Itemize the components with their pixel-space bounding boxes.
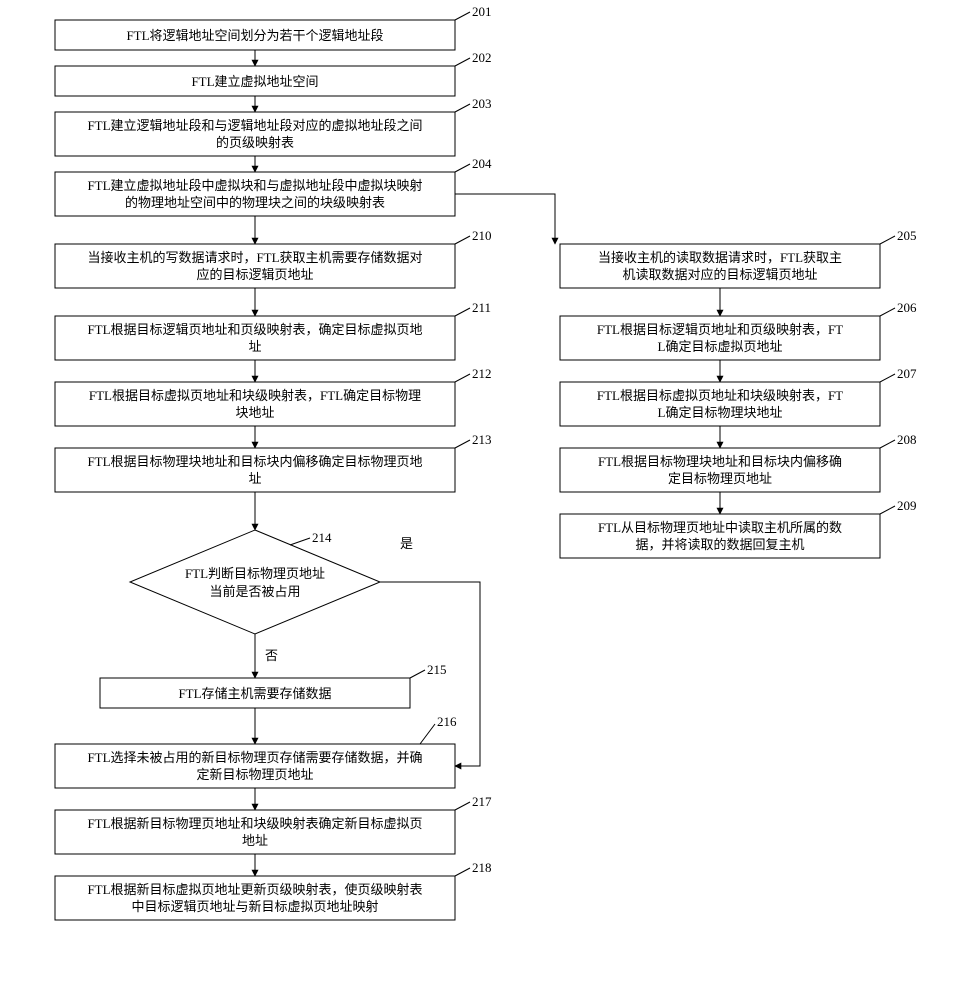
node-218-text-l2: 中目标逻辑页地址与新目标虚拟页地址映射 (131, 899, 378, 914)
node-215: FTL存储主机需要存储数据 215 (100, 662, 447, 708)
node-214-text-l2: 当前是否被占用 (209, 584, 300, 599)
node-213-text-l1: FTL根据目标物理块地址和目标块内偏移确定目标物理页地 (87, 454, 422, 469)
node-209-num: 209 (897, 498, 917, 513)
node-204-text-l2: 的物理地址空间中的物理块之间的块级映射表 (125, 195, 385, 210)
decision-no-label: 否 (265, 648, 278, 663)
node-208-text-l2: 定目标物理页地址 (668, 471, 772, 486)
node-209-text-l1: FTL从目标物理页地址中读取主机所属的数 (598, 520, 842, 535)
node-202-text: FTL建立虚拟地址空间 (191, 74, 318, 89)
node-204: FTL建立虚拟地址段中虚拟块和与虚拟地址段中虚拟块映射 的物理地址空间中的物理块… (55, 156, 492, 216)
node-207-text-l2: L确定目标物理块地址 (658, 405, 783, 420)
node-205-num: 205 (897, 228, 917, 243)
node-206-num: 206 (897, 300, 917, 315)
node-210-text-l2: 应的目标逻辑页地址 (196, 267, 313, 282)
node-204-text-l1: FTL建立虚拟地址段中虚拟块和与虚拟地址段中虚拟块映射 (87, 178, 422, 193)
node-205-text-l1: 当接收主机的读取数据请求时，FTL获取主 (598, 250, 842, 265)
node-203-num: 203 (472, 96, 492, 111)
node-216-text-l1: FTL选择未被占用的新目标物理页存储需要存储数据，并确 (87, 750, 422, 765)
node-211-num: 211 (472, 300, 491, 315)
node-210-num: 210 (472, 228, 492, 243)
node-213: FTL根据目标物理块地址和目标块内偏移确定目标物理页地 址 213 (55, 432, 492, 492)
node-203: FTL建立逻辑地址段和与逻辑地址段对应的虚拟地址段之间 的页级映射表 203 (55, 96, 492, 156)
node-218-text-l1: FTL根据新目标虚拟页地址更新页级映射表，使页级映射表 (87, 882, 422, 897)
node-212-num: 212 (472, 366, 492, 381)
node-212-text-l1: FTL根据目标虚拟页地址和块级映射表，FTL确定目标物理 (89, 388, 421, 403)
node-211-text-l1: FTL根据目标逻辑页地址和页级映射表，确定目标虚拟页地 (87, 322, 422, 337)
node-217-num: 217 (472, 794, 492, 809)
node-208-num: 208 (897, 432, 917, 447)
node-216: FTL选择未被占用的新目标物理页存储需要存储数据，并确 定新目标物理页地址 21… (55, 714, 457, 788)
node-211-text-l2: 址 (248, 339, 261, 354)
node-212: FTL根据目标虚拟页地址和块级映射表，FTL确定目标物理 块地址 212 (55, 366, 492, 426)
node-202: FTL建立虚拟地址空间 202 (55, 50, 492, 96)
node-213-text-l2: 址 (248, 471, 261, 486)
node-210-text-l1: 当接收主机的写数据请求时，FTL获取主机需要存储数据对 (87, 250, 422, 265)
node-217-text-l1: FTL根据新目标物理页地址和块级映射表确定新目标虚拟页 (87, 816, 422, 831)
node-201: FTL将逻辑地址空间划分为若干个逻辑地址段 201 (55, 4, 492, 50)
node-208: FTL根据目标物理块地址和目标块内偏移确 定目标物理页地址 208 (560, 432, 917, 492)
node-203-text-l1: FTL建立逻辑地址段和与逻辑地址段对应的虚拟地址段之间 (87, 118, 422, 133)
node-207-num: 207 (897, 366, 917, 381)
node-214-text-l1: FTL判断目标物理页地址 (185, 566, 325, 581)
node-207-text-l1: FTL根据目标虚拟页地址和块级映射表，FT (597, 388, 843, 403)
node-216-num: 216 (437, 714, 457, 729)
node-206-text-l2: L确定目标虚拟页地址 (658, 339, 783, 354)
node-215-num: 215 (427, 662, 447, 677)
node-209: FTL从目标物理页地址中读取主机所属的数 据，并将读取的数据回复主机 209 (560, 498, 917, 558)
node-214-num: 214 (312, 530, 332, 545)
node-209-text-l2: 据，并将读取的数据回复主机 (635, 537, 804, 552)
node-212-text-l2: 块地址 (235, 405, 274, 420)
node-201-text: FTL将逻辑地址空间划分为若干个逻辑地址段 (126, 28, 383, 43)
decision-yes-label: 是 (400, 536, 413, 551)
node-211: FTL根据目标逻辑页地址和页级映射表，确定目标虚拟页地 址 211 (55, 300, 491, 360)
node-205: 当接收主机的读取数据请求时，FTL获取主 机读取数据对应的目标逻辑页地址 205 (560, 228, 917, 288)
node-207: FTL根据目标虚拟页地址和块级映射表，FT L确定目标物理块地址 207 (560, 366, 917, 426)
node-217: FTL根据新目标物理页地址和块级映射表确定新目标虚拟页 地址 217 (55, 794, 492, 854)
node-215-text: FTL存储主机需要存储数据 (178, 686, 331, 701)
node-218: FTL根据新目标虚拟页地址更新页级映射表，使页级映射表 中目标逻辑页地址与新目标… (55, 860, 492, 920)
node-210: 当接收主机的写数据请求时，FTL获取主机需要存储数据对 应的目标逻辑页地址 21… (55, 228, 492, 288)
node-208-text-l1: FTL根据目标物理块地址和目标块内偏移确 (598, 454, 842, 469)
node-206-text-l1: FTL根据目标逻辑页地址和页级映射表，FT (597, 322, 843, 337)
node-202-num: 202 (472, 50, 492, 65)
node-203-text-l2: 的页级映射表 (216, 135, 294, 150)
node-218-num: 218 (472, 860, 492, 875)
node-204-num: 204 (472, 156, 492, 171)
node-213-num: 213 (472, 432, 492, 447)
node-214-decision: FTL判断目标物理页地址 当前是否被占用 214 (130, 530, 380, 634)
flowchart-diagram: FTL将逻辑地址空间划分为若干个逻辑地址段 201 FTL建立虚拟地址空间 20… (0, 0, 956, 1000)
node-201-num: 201 (472, 4, 492, 19)
node-206: FTL根据目标逻辑页地址和页级映射表，FT L确定目标虚拟页地址 206 (560, 300, 917, 360)
node-205-text-l2: 机读取数据对应的目标逻辑页地址 (622, 267, 817, 282)
node-216-text-l2: 定新目标物理页地址 (196, 767, 313, 782)
node-217-text-l2: 地址 (242, 833, 268, 848)
